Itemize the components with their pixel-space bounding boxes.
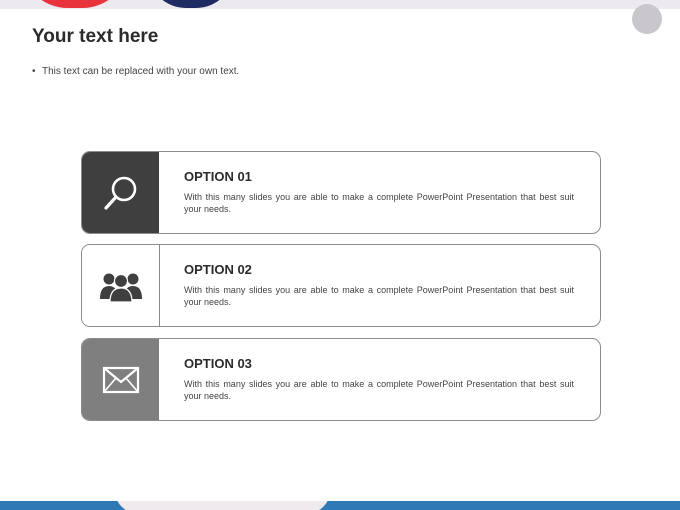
option-2-heading: OPTION 02 <box>184 262 252 277</box>
red-decor-shape <box>20 0 130 8</box>
option-card-3: OPTION 03 With this many slides you are … <box>81 338 601 421</box>
option-2-description: With this many slides you are able to ma… <box>184 285 574 307</box>
option-1-heading: OPTION 01 <box>184 169 252 184</box>
bottom-light-decor-shape <box>115 501 330 510</box>
option-3-description: With this many slides you are able to ma… <box>184 379 574 401</box>
option-card-2: OPTION 02 With this many slides you are … <box>81 244 601 327</box>
option-card-1: OPTION 01 With this many slides you are … <box>81 151 601 234</box>
navy-decor-shape <box>148 0 234 8</box>
group-icon <box>99 273 142 303</box>
magnifier-icon <box>103 176 136 210</box>
grey-decor-circle <box>632 4 662 34</box>
option-1-description: With this many slides you are able to ma… <box>184 192 574 214</box>
option-2-icon-panel <box>82 245 160 326</box>
top-decor-band <box>0 0 680 9</box>
bullet-text: • This text can be replaced with your own… <box>32 66 240 77</box>
bullet-text-label: This text can be replaced with your own … <box>42 66 240 77</box>
option-3-heading: OPTION 03 <box>184 356 252 371</box>
bottom-decor-band <box>0 501 680 510</box>
option-1-icon-panel <box>82 152 159 233</box>
option-3-icon-panel <box>82 339 159 420</box>
envelope-icon <box>102 366 139 393</box>
slide-title: Your text here <box>32 26 159 47</box>
